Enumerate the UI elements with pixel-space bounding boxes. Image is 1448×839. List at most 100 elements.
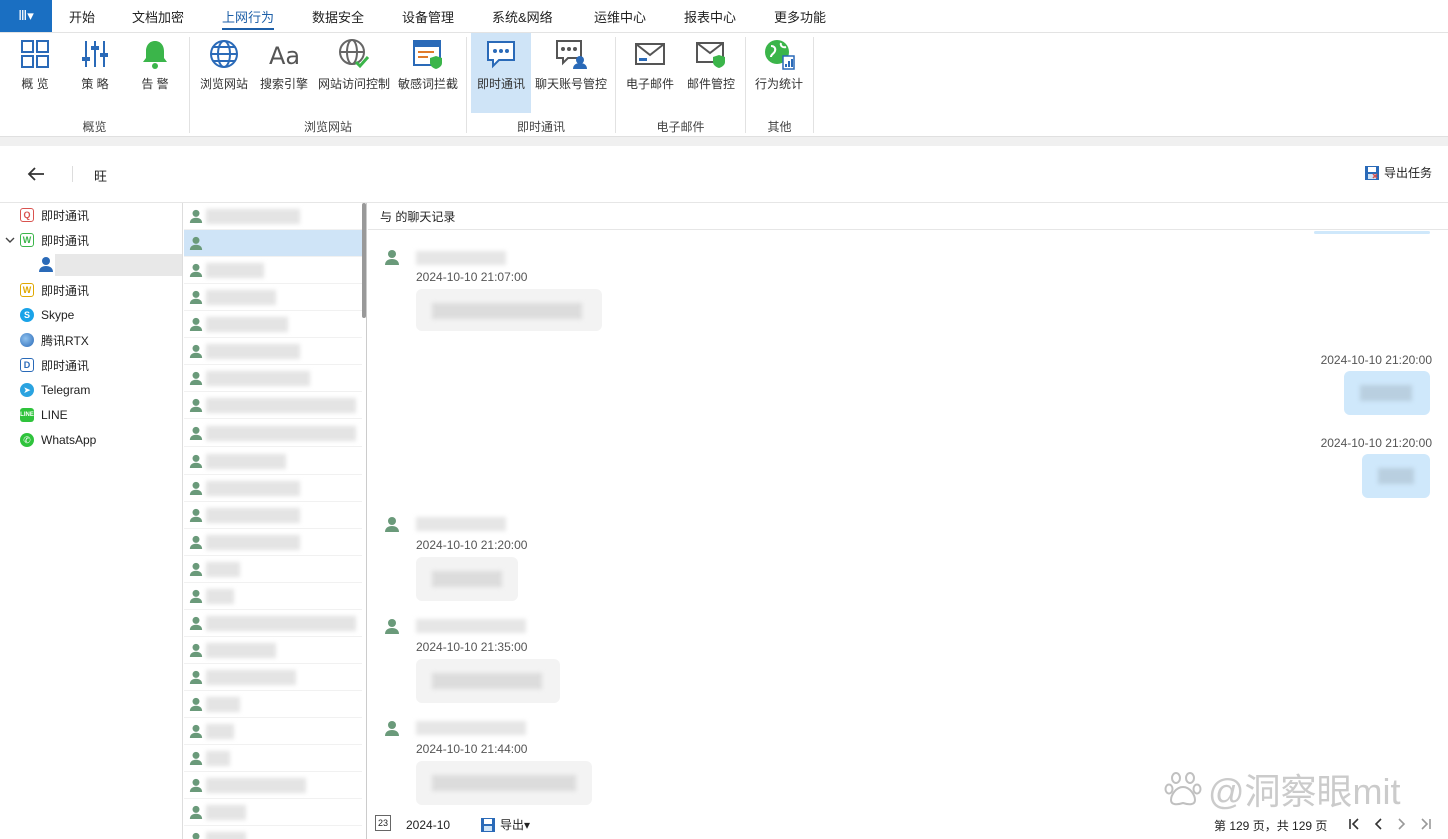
tree-item-label: Skype [41, 308, 75, 322]
tree-item-im-w-green[interactable]: W 即时通讯 [0, 229, 182, 251]
ribbon-browse-web-button[interactable]: 浏览网站 [195, 33, 253, 113]
contact-row[interactable] [184, 365, 362, 392]
ribbon-group-browse: 浏览网站 [303, 120, 352, 134]
contact-row[interactable] [184, 556, 362, 583]
contact-row[interactable] [184, 664, 362, 691]
contact-row[interactable] [184, 338, 362, 365]
contact-row[interactable] [184, 529, 362, 556]
paw-logo-icon [1164, 772, 1202, 806]
tree-item-rtx[interactable]: 腾讯RTX [0, 329, 182, 351]
tree-item-im-w-yellow[interactable]: W 即时通讯 [0, 279, 182, 301]
tree-item-label: 腾讯RTX [41, 333, 89, 348]
rtx-icon [20, 333, 34, 347]
contact-row[interactable] [184, 691, 362, 718]
tree-item-label: 即时通讯 [41, 358, 90, 373]
contact-row[interactable] [184, 311, 362, 338]
contact-row[interactable] [184, 420, 362, 447]
contact-avatar-icon [189, 209, 203, 223]
menu-start[interactable]: 开始 [69, 7, 95, 26]
contact-name-redacted [206, 209, 300, 224]
message-time: 2024-10-10 21:44:00 [416, 742, 528, 756]
contact-list-scrollbar[interactable] [362, 203, 366, 318]
contact-row[interactable] [184, 772, 362, 799]
ribbon-behavior-stats-button[interactable]: 行为统计 [750, 33, 808, 113]
contact-row[interactable] [184, 502, 362, 529]
menu-report-center[interactable]: 报表中心 [684, 7, 736, 26]
tree-item-label: 即时通讯 [41, 233, 90, 248]
contact-row[interactable] [184, 799, 362, 826]
date-selector[interactable]: 2024-10 [406, 818, 450, 832]
svg-text:Aa: Aa [269, 42, 300, 70]
next-page-icon[interactable] [1394, 816, 1410, 832]
app-window: Ⅲ▾ 开始 文档加密 上网行为 数据安全 设备管理 系统&网络 运维中心 报表中… [0, 0, 1448, 839]
tree-item-label: 即时通讯 [41, 283, 90, 298]
user-icon [39, 257, 53, 272]
contact-row[interactable] [184, 284, 362, 311]
app-menu-button[interactable]: Ⅲ▾ [0, 0, 52, 32]
export-dropdown-button[interactable]: 导出▾ [480, 816, 530, 833]
contact-avatar-icon [189, 697, 203, 711]
contact-row[interactable] [184, 826, 362, 839]
save-icon [1364, 165, 1379, 180]
ribbon-chat-account-control-button[interactable]: 聊天账号管控 [533, 33, 609, 113]
contact-avatar-icon [189, 344, 203, 358]
menu-doc-encrypt[interactable]: 文档加密 [132, 7, 184, 26]
ribbon-label: 告 警 [141, 77, 169, 91]
ribbon-site-access-control-button[interactable]: 网站访问控制 [315, 33, 393, 113]
browser-shield-icon [413, 40, 442, 69]
contact-row[interactable] [184, 448, 362, 475]
last-page-icon[interactable] [1418, 816, 1434, 832]
contact-name-redacted [206, 481, 300, 496]
tree-item-line[interactable]: LINE LINE [0, 404, 182, 426]
contact-row[interactable] [184, 203, 362, 230]
ribbon-label: 敏感词拦截 [397, 77, 458, 91]
calendar-icon[interactable]: 23 [375, 815, 391, 831]
menu-web-behavior[interactable]: 上网行为 [222, 7, 275, 30]
contact-avatar-icon [189, 508, 203, 522]
chevron-down-icon[interactable] [5, 235, 15, 245]
menu-ops-center[interactable]: 运维中心 [594, 7, 646, 26]
first-page-icon[interactable] [1346, 816, 1362, 832]
chat-footer: 23 2024-10 导出▾ 第 129 页，共 129 页 [368, 809, 1448, 839]
tree-item-telegram[interactable]: ➤ Telegram [0, 379, 182, 401]
contact-row[interactable] [184, 475, 362, 502]
contact-row[interactable] [184, 718, 362, 745]
ribbon-email-button[interactable]: 电子邮件 [620, 33, 680, 113]
contact-avatar-icon [189, 426, 203, 440]
tree-item-whatsapp[interactable]: ✆ WhatsApp [0, 429, 182, 451]
export-task-button[interactable]: 导出任务 [1364, 164, 1432, 181]
ribbon-alert-button[interactable]: 告 警 [124, 33, 186, 113]
tree-item-im-d[interactable]: D 即时通讯 [0, 354, 182, 376]
contact-avatar-icon [189, 290, 203, 304]
contact-row[interactable] [184, 610, 362, 637]
ribbon-label: 电子邮件 [625, 77, 674, 91]
menu-more[interactable]: 更多功能 [774, 7, 826, 26]
chat-header-divider [368, 229, 1448, 230]
contact-row[interactable] [184, 583, 362, 610]
ribbon-im-button[interactable]: 即时通讯 [471, 33, 531, 113]
ribbon-sensitive-word-button[interactable]: 敏感词拦截 [395, 33, 461, 113]
bell-icon [143, 41, 167, 69]
w-icon: W [20, 283, 34, 297]
menu-data-security[interactable]: 数据安全 [312, 7, 364, 26]
contact-avatar-icon [189, 263, 203, 277]
contact-row[interactable] [184, 392, 362, 419]
ribbon-policy-button[interactable]: 策 略 [64, 33, 126, 113]
contact-row[interactable] [184, 637, 362, 664]
tree-item-im-q[interactable]: Q 即时通讯 [0, 204, 182, 226]
prev-page-icon[interactable] [1370, 816, 1386, 832]
contact-row[interactable] [184, 230, 362, 257]
menu-device-mgmt[interactable]: 设备管理 [402, 7, 454, 26]
contact-row[interactable] [184, 257, 362, 284]
menu-system-network[interactable]: 系统&网络 [492, 7, 553, 26]
ribbon-email-control-button[interactable]: 邮件管控 [682, 33, 740, 113]
w-icon: W [20, 233, 34, 247]
ribbon-overview-button[interactable]: 概 览 [4, 33, 66, 113]
ribbon-search-engine-button[interactable]: Aa 搜索引擎 [255, 33, 313, 113]
back-arrow-icon[interactable] [24, 162, 48, 186]
tree-item-skype[interactable]: S Skype [0, 304, 182, 326]
contact-name-redacted [206, 670, 296, 685]
tree-item-user-account[interactable] [55, 254, 182, 276]
toolbar-divider [72, 166, 73, 182]
contact-row[interactable] [184, 745, 362, 772]
